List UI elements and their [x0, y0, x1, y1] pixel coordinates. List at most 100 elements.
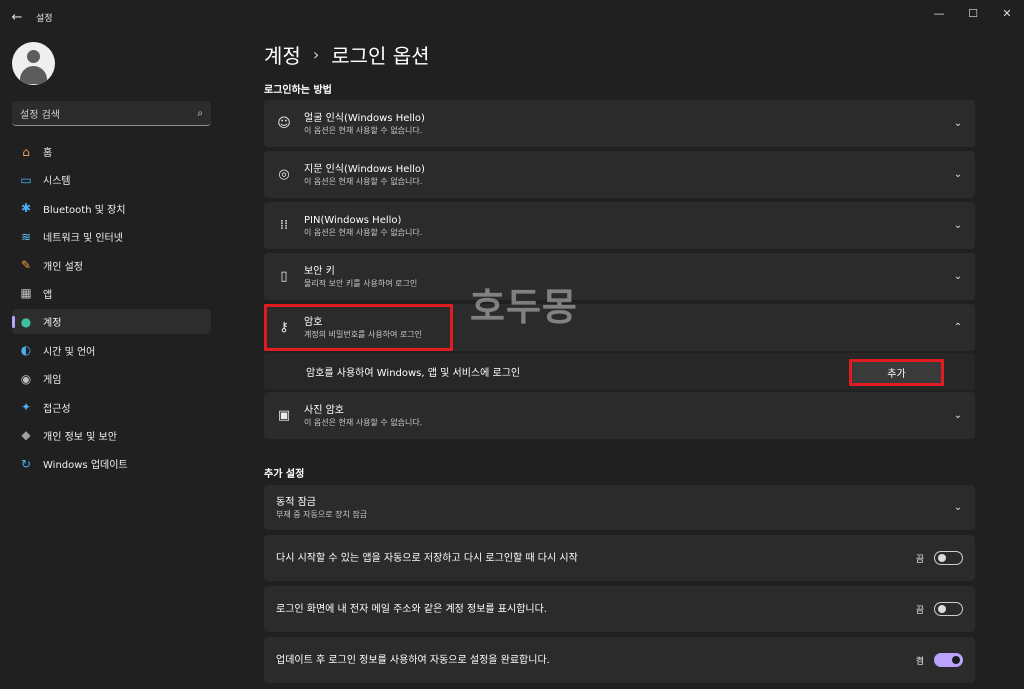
sidebar-item-label: 개인 설정	[43, 261, 83, 273]
window-controls: — ☐ ✕	[922, 0, 1024, 26]
sidebar-item-label: 시간 및 언어	[43, 346, 96, 358]
sidebar-item[interactable]: ◆ 개인 정보 및 보안	[12, 423, 211, 448]
toggle-knob	[938, 605, 946, 613]
sidebar: 설정 검색 ⌕ ⌂ 홈 ▭ 시스템 ✱ Bluetooth 및 장치 ≋ 네트워크 및 인터넷…	[0, 34, 225, 689]
setting-toggle-row: 로그인 화면에 내 전자 메일 주소와 같은 계정 정보를 표시합니다. 끔	[264, 586, 975, 632]
sidebar-item-label: 앱	[43, 289, 53, 301]
signin-option-title: PIN(Windows Hello)	[304, 214, 402, 226]
search-icon[interactable]: ⌕	[197, 108, 203, 119]
title-bar: ← 설정 — ☐ ✕	[0, 0, 1024, 34]
sidebar-item[interactable]: ✦ 접근성	[12, 395, 211, 420]
update-icon: ↻	[20, 456, 32, 471]
sidebar-item[interactable]: ✎ 개인 설정	[12, 253, 211, 278]
wifi-icon: ≋	[20, 229, 32, 244]
sidebar-item[interactable]: ✱ Bluetooth 및 장치	[12, 196, 211, 221]
dynamic-lock-card[interactable]: 동적 잠금 부재 중 자동으로 장치 잠금 ⌄	[264, 485, 975, 530]
toggle-knob	[952, 656, 960, 664]
globe-clock-icon: ◐	[20, 343, 32, 358]
close-button[interactable]: ✕	[990, 0, 1024, 26]
dynamic-lock-subtitle: 부재 중 자동으로 장치 잠금	[276, 509, 368, 519]
window-title: 설정	[36, 13, 53, 24]
chevron-down-icon[interactable]: ⌄	[941, 410, 975, 421]
signin-option-title: 사진 암호	[304, 404, 344, 416]
sidebar-item-label: 홈	[43, 148, 53, 159]
toggle-knob	[938, 554, 946, 562]
sidebar-item-label: Bluetooth 및 장치	[43, 204, 126, 216]
home-icon: ⌂	[22, 144, 30, 159]
signin-option-title: 보안 키	[304, 265, 335, 277]
sidebar-nav: ⌂ 홈 ▭ 시스템 ✱ Bluetooth 및 장치 ≋ 네트워크 및 인터넷 ✎ 개인 설정 ▦ 앱…	[12, 139, 211, 480]
additional-section-heading: 추가 설정	[264, 469, 305, 480]
sidebar-item[interactable]: ● 계정	[12, 309, 211, 335]
usb-key-icon: ▯	[280, 269, 288, 284]
maximize-button[interactable]: ☐	[956, 0, 990, 26]
toggle-switch[interactable]	[934, 602, 963, 616]
watermark-text: 호두몽	[470, 285, 578, 329]
password-highlight-box	[264, 304, 453, 351]
toggle-switch[interactable]	[934, 653, 963, 667]
bluetooth-icon: ✱	[20, 201, 32, 216]
back-arrow-icon[interactable]: ←	[0, 0, 34, 34]
sidebar-item[interactable]: ⌂ 홈	[12, 139, 211, 164]
sidebar-item-label: 개인 정보 및 보안	[43, 431, 117, 443]
chevron-down-icon[interactable]: ⌄	[941, 271, 975, 282]
search-placeholder: 설정 검색	[20, 109, 60, 121]
apps-icon: ▦	[20, 286, 32, 301]
setting-toggle-label: 다시 시작할 수 있는 앱을 자동으로 저장하고 다시 로그인할 때 다시 시작	[276, 552, 578, 564]
signin-option-card[interactable]: ▯ 보안 키 물리적 보안 키를 사용하여 로그인 ⌄	[264, 253, 975, 300]
setting-toggle-row: 업데이트 후 로그인 정보를 사용하여 자동으로 설정을 완료합니다. 켬	[264, 637, 975, 683]
sidebar-item[interactable]: ↻ Windows 업데이트	[12, 451, 211, 476]
chevron-down-icon[interactable]: ⌄	[941, 220, 975, 231]
breadcrumb: 계정 › 로그인 옵션	[264, 40, 430, 69]
minimize-button[interactable]: —	[922, 0, 956, 26]
shield-icon: ◆	[21, 428, 31, 443]
accessibility-icon: ✦	[20, 400, 32, 415]
sidebar-item-label: 접근성	[43, 403, 71, 415]
sidebar-item[interactable]: ≋ 네트워크 및 인터넷	[12, 224, 211, 249]
signin-option-subtitle: 이 옵션은 현재 사용할 수 없습니다.	[304, 227, 423, 237]
search-input[interactable]: 설정 검색 ⌕	[12, 101, 211, 126]
signin-option-subtitle: 이 옵션은 현재 사용할 수 없습니다.	[304, 176, 423, 186]
toggle-switch[interactable]	[934, 551, 963, 565]
signin-option-card[interactable]: ⁞⁞ PIN(Windows Hello) 이 옵션은 현재 사용할 수 없습니다.…	[264, 202, 975, 249]
brush-icon: ✎	[20, 258, 32, 273]
avatar-body-icon	[20, 66, 47, 84]
chevron-down-icon[interactable]: ⌄	[941, 118, 975, 129]
setting-toggle-label: 업데이트 후 로그인 정보를 사용하여 자동으로 설정을 완료합니다.	[276, 654, 550, 666]
breadcrumb-parent[interactable]: 계정	[264, 40, 301, 69]
fingerprint-icon: ◎	[278, 167, 290, 182]
breadcrumb-separator-icon: ›	[312, 45, 320, 64]
sidebar-item[interactable]: ◉ 게임	[12, 366, 211, 391]
chevron-up-icon[interactable]: ⌃	[941, 322, 975, 333]
chevron-down-icon[interactable]: ⌄	[941, 502, 975, 513]
sidebar-item[interactable]: ▭ 시스템	[12, 167, 211, 192]
password-detail-text: 암호를 사용하여 Windows, 앱 및 서비스에 로그인	[306, 368, 521, 379]
pin-keypad-icon: ⁞⁞	[279, 218, 289, 233]
signin-option-subtitle: 이 옵션은 현재 사용할 수 없습니다.	[304, 417, 423, 427]
sidebar-item-label: 계정	[43, 318, 62, 330]
toggle-state-label: 끔	[915, 605, 924, 616]
signin-option-title: 지문 인식(Windows Hello)	[304, 163, 425, 175]
add-button-highlight-box	[849, 359, 944, 386]
avatar-head-icon	[27, 50, 40, 63]
signin-option-subtitle: 이 옵션은 현재 사용할 수 없습니다.	[304, 125, 423, 135]
picture-icon: ▣	[277, 408, 291, 423]
setting-toggle-label: 로그인 화면에 내 전자 메일 주소와 같은 계정 정보를 표시합니다.	[276, 603, 547, 615]
avatar[interactable]	[12, 42, 55, 85]
sidebar-item-label: 게임	[43, 375, 62, 387]
signin-option-card[interactable]: ▣ 사진 암호 이 옵션은 현재 사용할 수 없습니다. ⌄	[264, 392, 975, 439]
dynamic-lock-title: 동적 잠금	[276, 496, 316, 508]
signin-option-card[interactable]: ☺ 얼굴 인식(Windows Hello) 이 옵션은 현재 사용할 수 없습니다…	[264, 100, 975, 147]
toggle-state-label: 켬	[915, 656, 924, 667]
setting-toggle-row: 다시 시작할 수 있는 앱을 자동으로 저장하고 다시 로그인할 때 다시 시작…	[264, 535, 975, 581]
sidebar-item[interactable]: ◐ 시간 및 언어	[12, 338, 211, 363]
sidebar-item[interactable]: ▦ 앱	[12, 281, 211, 306]
chevron-down-icon[interactable]: ⌄	[941, 169, 975, 180]
signin-option-card[interactable]: ◎ 지문 인식(Windows Hello) 이 옵션은 현재 사용할 수 없습니다…	[264, 151, 975, 198]
signin-option-subtitle: 물리적 보안 키를 사용하여 로그인	[304, 278, 418, 288]
page-title: 로그인 옵션	[331, 44, 430, 68]
signin-section-heading: 로그인하는 방법	[264, 85, 332, 96]
toggle-state-label: 끔	[915, 554, 924, 565]
sidebar-item-label: 네트워크 및 인터넷	[43, 233, 123, 245]
gamepad-icon: ◉	[20, 371, 32, 386]
